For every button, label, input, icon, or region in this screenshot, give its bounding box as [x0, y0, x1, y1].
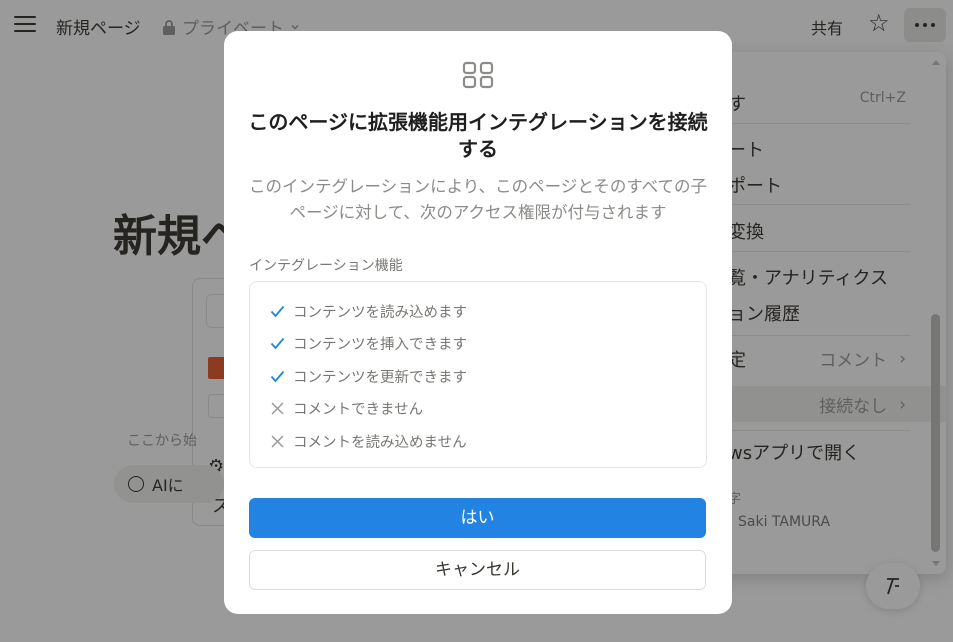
- capability-label: コンテンツを更新できます: [293, 370, 467, 386]
- grid-icon: [462, 61, 494, 89]
- dialog-description: このインテグレーションにより、このページとそのすべての子ページに対して、次のアク…: [248, 177, 708, 222]
- check-icon: [270, 370, 285, 383]
- capability-label: コンテンツを挿入できます: [293, 337, 467, 353]
- capability-item: コンテンツを更新できます: [270, 366, 467, 387]
- cancel-button[interactable]: キャンセル: [249, 550, 706, 590]
- capability-label: コメントを読み込めません: [293, 435, 467, 451]
- check-icon: [270, 305, 285, 318]
- capability-label: コンテンツを読み込めます: [293, 305, 467, 321]
- capability-item: コンテンツを読み込めます: [270, 301, 467, 322]
- capabilities-label: インテグレーション機能: [249, 258, 403, 274]
- dialog-title: このページに拡張機能用インテグレーションを接続する: [248, 110, 708, 161]
- cross-icon: [271, 402, 284, 415]
- capability-item: コンテンツを挿入できます: [270, 333, 467, 354]
- check-icon: [270, 337, 285, 350]
- capability-item: コメントを読み込めません: [270, 431, 467, 452]
- capabilities-list: コンテンツを読み込めます コンテンツを挿入できます コンテンツを更新できます コ…: [249, 281, 707, 468]
- cross-icon: [271, 435, 284, 448]
- capability-item: コメントできません: [270, 398, 423, 419]
- capability-label: コメントできません: [293, 402, 424, 418]
- confirm-button[interactable]: はい: [249, 498, 706, 538]
- integration-connect-dialog: このページに拡張機能用インテグレーションを接続する このインテグレーションにより…: [224, 31, 732, 614]
